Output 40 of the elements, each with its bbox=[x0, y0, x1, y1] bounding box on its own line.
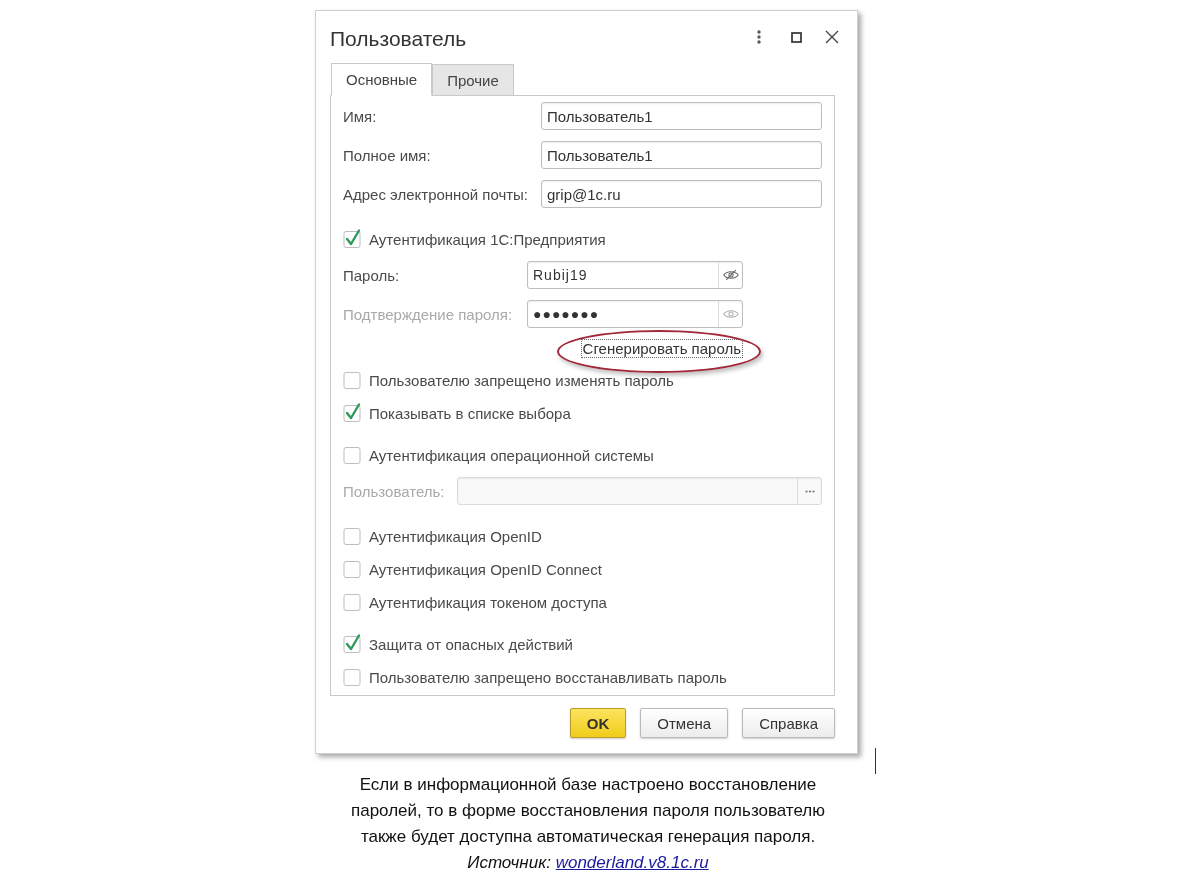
source-label: Источник: bbox=[467, 853, 551, 872]
text-cursor bbox=[875, 748, 876, 774]
caption-text: Если в информационной базе настроено восстановление паролей, то в форме восстановления пароля пользователю также будет доступна автоматическая генерация пароля. bbox=[349, 774, 827, 848]
checkbox-label: Аутентификация токеном доступа bbox=[369, 593, 607, 611]
visibility-button[interactable] bbox=[718, 301, 742, 327]
visibility-button[interactable] bbox=[718, 262, 742, 288]
maximize-icon[interactable] bbox=[791, 31, 802, 43]
field-label: Адрес электронной почты: bbox=[343, 185, 530, 203]
select-field[interactable] bbox=[457, 477, 822, 505]
ellipsis-icon bbox=[804, 489, 815, 493]
checkbox[interactable] bbox=[343, 227, 361, 248]
checkbox-label: Показывать в списке выбора bbox=[369, 404, 571, 422]
dialog-button[interactable]: Отмена bbox=[640, 708, 729, 738]
close-icon[interactable] bbox=[825, 30, 839, 44]
checkbox-label: Пользователю запрещено восстанавливать пароль bbox=[369, 668, 727, 686]
source-link[interactable]: wonderland.v8.1c.ru bbox=[555, 853, 709, 872]
checkbox[interactable] bbox=[343, 632, 361, 653]
text-field[interactable]: Пользователь1 bbox=[541, 102, 822, 130]
checkbox-label: Защита от опасных действий bbox=[369, 635, 573, 653]
action-button[interactable]: Сгенерировать пароль bbox=[580, 339, 743, 358]
field-label: Имя: bbox=[343, 107, 378, 125]
field-label: Подтверждение пароля: bbox=[343, 305, 514, 323]
tab[interactable]: Основные bbox=[331, 63, 433, 96]
field-label: Полное имя: bbox=[343, 146, 432, 164]
tab[interactable]: Прочие bbox=[432, 64, 514, 96]
checkbox[interactable] bbox=[343, 401, 361, 422]
checkbox-label: Аутентификация OpenID bbox=[369, 527, 542, 545]
menu-icon[interactable] bbox=[757, 30, 761, 44]
password-field[interactable]: Rubij19 bbox=[527, 261, 743, 289]
checkbox-label: Пользователю запрещено изменять пароль bbox=[369, 371, 674, 389]
text-field[interactable]: grip@1c.ru bbox=[541, 180, 822, 208]
checkbox-label: Аутентификация операционной системы bbox=[369, 446, 654, 464]
checkbox-label: Аутентификация OpenID Connect bbox=[369, 560, 602, 578]
text-field[interactable]: Пользователь1 bbox=[541, 141, 822, 169]
window-title: Пользователь bbox=[330, 26, 468, 51]
checkbox-label: Аутентификация 1С:Предприятия bbox=[369, 230, 606, 248]
field-label: Пароль: bbox=[343, 266, 401, 284]
dialog-button[interactable]: Справка bbox=[742, 708, 835, 738]
default-button[interactable]: OK bbox=[569, 708, 627, 738]
field-label: Пользователь: bbox=[343, 482, 446, 500]
